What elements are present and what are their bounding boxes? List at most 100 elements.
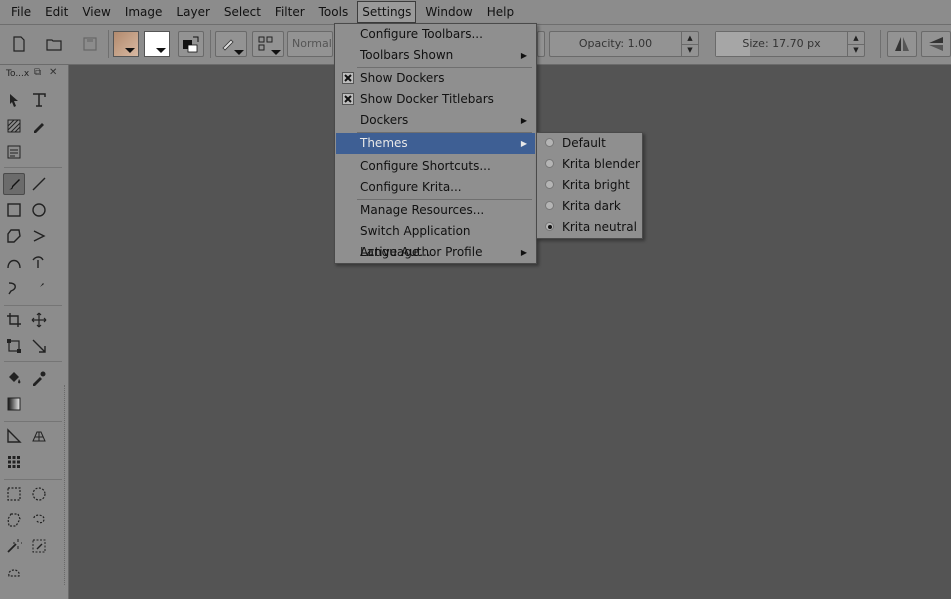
bezier-icon [7,259,21,269]
similar-select-icon [32,539,46,553]
ellipse-tool[interactable] [28,199,50,221]
polygonal-selection-tool[interactable] [3,509,25,531]
open-document-button[interactable] [41,31,67,57]
pen-icon [34,123,44,133]
similar-color-selection-tool[interactable] [28,535,50,557]
gradient-icon [7,397,21,411]
mirror-vertical-button[interactable] [921,31,951,57]
freehand-path-icon [32,256,44,268]
measure-tool[interactable] [28,335,50,357]
measure-icon [32,339,46,353]
assistant-tool-ruler[interactable] [3,425,25,447]
dynamic-brush-tool[interactable] [3,277,25,299]
color-swap-icon [183,36,199,53]
rectangular-selection-tool[interactable] [3,483,25,505]
perspective-grid-tool[interactable] [28,425,50,447]
increment-icon[interactable]: ▲ [682,32,698,44]
mirror-horizontal-button[interactable] [887,31,917,57]
calligraphy-tool[interactable] [28,115,50,137]
ellipse-select-icon [32,487,46,501]
bezier-selection-tool[interactable] [3,561,25,583]
mirror-horizontal-icon [895,37,909,51]
line-tool[interactable] [28,173,50,195]
move-icon [31,312,47,328]
ruler-icon [7,428,22,443]
opacity-value: Opacity: 1.00 [578,37,653,50]
chevron-down-icon [234,50,244,55]
menu-item-configure-toolbars[interactable]: Configure Toolbars... [336,24,535,45]
polyline-tool[interactable] [28,225,50,247]
elliptical-selection-tool[interactable] [28,483,50,505]
pattern-tool[interactable] [3,115,25,137]
menu-image[interactable]: Image [118,2,170,22]
menu-settings[interactable]: Settings [357,1,417,23]
pattern-selector[interactable] [113,31,141,57]
hatch-icon [7,119,21,133]
docker-resize-grip[interactable] [64,385,67,585]
save-icon [83,37,97,51]
decrement-icon[interactable]: ▼ [848,43,864,57]
size-slider[interactable]: Size: 17.70 px ▲ ▼ [715,31,865,57]
mirror-vertical-icon [929,37,943,51]
menubar: File Edit View Image Layer Select Filter… [0,0,951,25]
transform-icon [7,339,21,353]
dynamic-brush-icon [8,282,16,295]
brush-preset-button[interactable] [215,31,247,57]
grid-tool[interactable] [3,451,25,473]
bucket-icon [9,372,21,384]
polygon-tool[interactable] [3,225,25,247]
float-docker-icon[interactable]: ⧉ [34,67,41,78]
document-lines-icon [7,145,21,159]
gradient-selector[interactable] [144,31,172,57]
rectangle-tool[interactable] [3,199,25,221]
transform-tool[interactable] [3,335,25,357]
crop-icon [7,313,21,327]
move-tool[interactable] [28,309,50,331]
bezier-tool[interactable] [3,251,25,273]
brush-options-button[interactable] [252,31,284,57]
text-tool[interactable] [28,89,50,111]
save-document-button[interactable] [77,31,103,57]
increment-icon[interactable]: ▲ [848,32,864,44]
lasso-icon [33,514,45,524]
menu-file[interactable]: File [4,2,38,22]
menu-edit[interactable]: Edit [38,2,75,22]
menu-select[interactable]: Select [217,2,268,22]
opacity-slider[interactable]: Opacity: 1.00 ▲ ▼ [549,31,699,57]
foreground-background-colors[interactable] [178,31,204,57]
fill-tool[interactable] [3,367,25,389]
pattern-swatch [113,31,139,57]
shape-select-tool[interactable] [3,89,25,111]
freehand-brush-tool[interactable] [3,173,25,195]
canvas-area[interactable] [69,65,951,599]
close-icon[interactable]: ✕ [49,67,57,78]
menu-tools[interactable]: Tools [312,2,356,22]
decrement-icon[interactable]: ▼ [682,43,698,57]
blend-mode-select[interactable]: Normal [287,31,333,57]
freehand-selection-tool[interactable] [28,509,50,531]
menu-item-toolbars-shown[interactable]: Toolbars Shown ▶ [336,45,535,66]
assistant-tool[interactable] [3,141,25,163]
bezier-select-icon [8,569,20,577]
ellipse-icon [32,203,46,217]
brush-icon [9,179,20,190]
crop-tool[interactable] [3,309,25,331]
chevron-right-icon: ▶ [520,51,527,60]
multibrush-tool[interactable] [28,277,50,299]
menu-help[interactable]: Help [480,2,521,22]
menu-view[interactable]: View [75,2,117,22]
menu-filter[interactable]: Filter [268,2,312,22]
color-picker-tool[interactable] [28,367,50,389]
eyedropper-icon [33,371,46,386]
freehand-path-tool[interactable] [28,251,50,273]
menu-layer[interactable]: Layer [169,2,216,22]
gradient-tool[interactable] [3,393,25,415]
chevron-down-icon [271,50,281,55]
gradient-swatch [144,31,170,57]
menu-window[interactable]: Window [418,2,479,22]
new-file-icon [13,36,25,52]
text-icon [33,93,46,107]
toolbox-title: To...x [6,69,30,79]
contiguous-selection-tool[interactable] [3,535,25,557]
new-document-button[interactable] [6,31,32,57]
